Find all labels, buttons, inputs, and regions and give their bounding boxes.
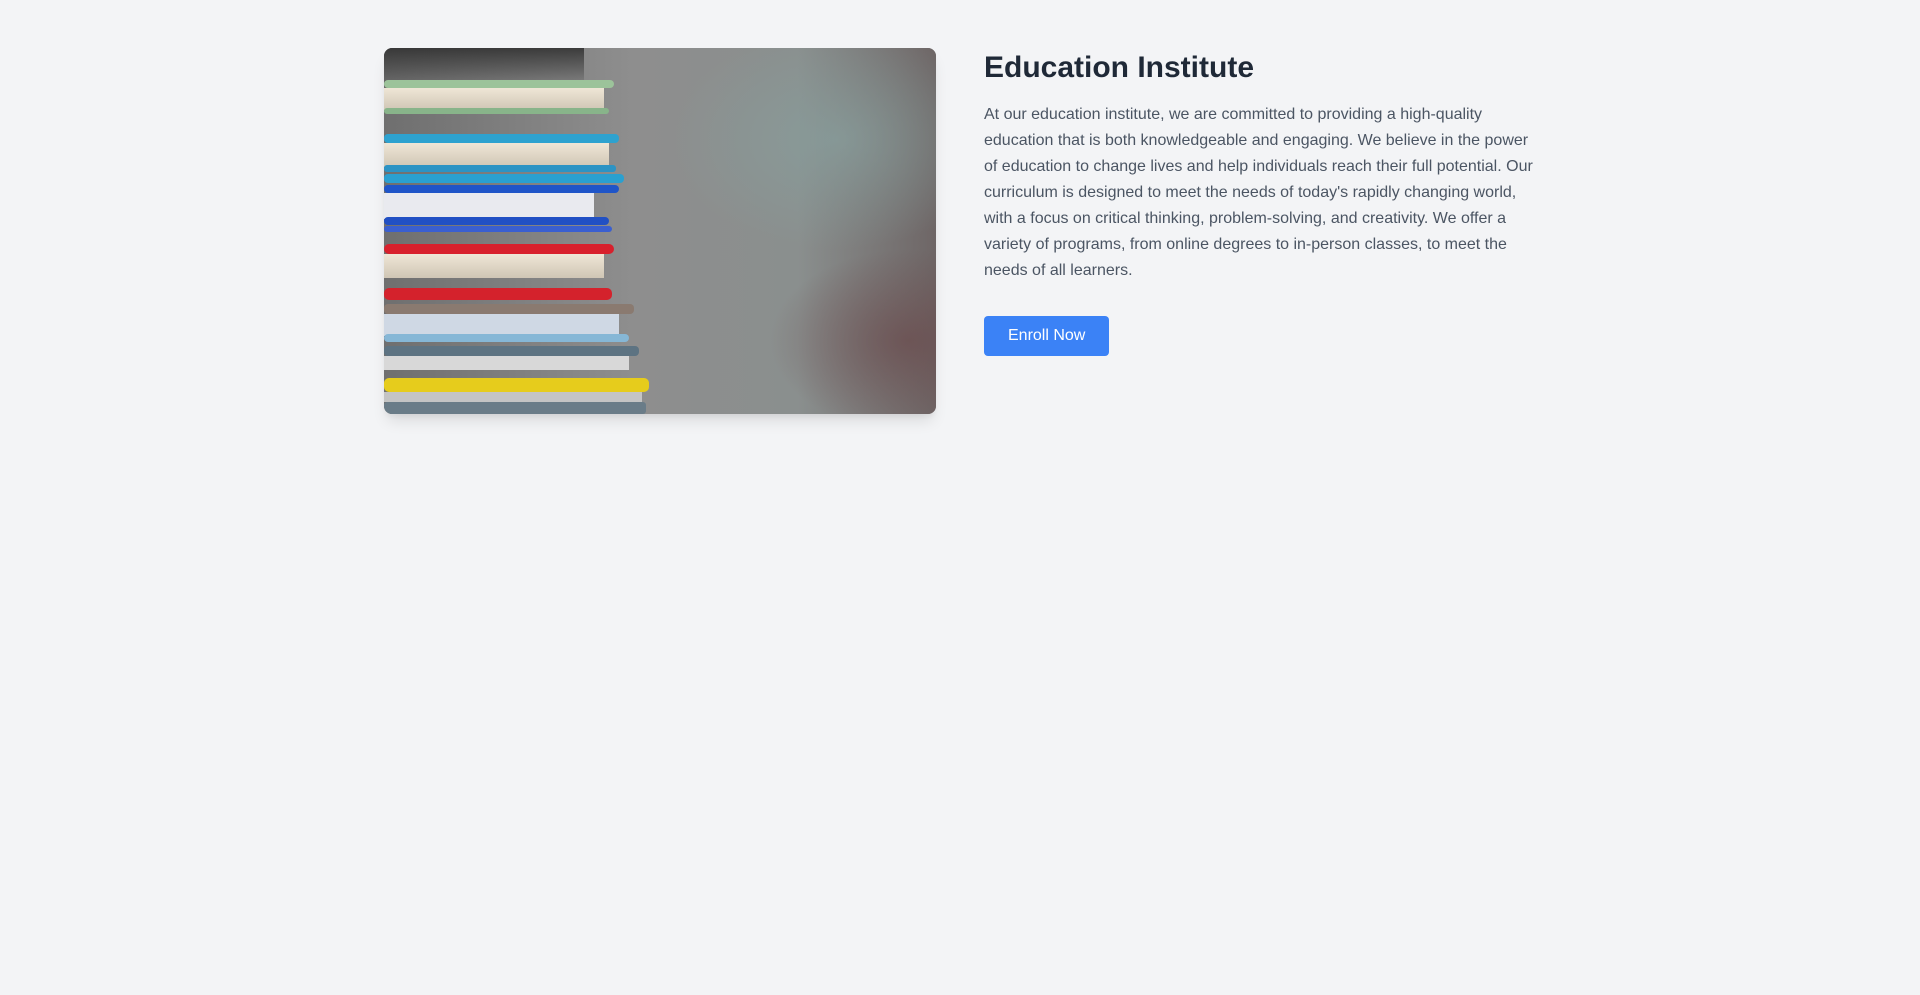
hero-content: Education Institute At our education ins…: [984, 48, 1536, 356]
hero-description: At our education institute, we are commi…: [984, 106, 1533, 279]
page-title: Education Institute: [984, 51, 1254, 84]
books-hero-image: [384, 48, 936, 414]
hero-section: Education Institute At our education ins…: [384, 48, 1536, 414]
enroll-now-button[interactable]: Enroll Now: [984, 316, 1110, 356]
